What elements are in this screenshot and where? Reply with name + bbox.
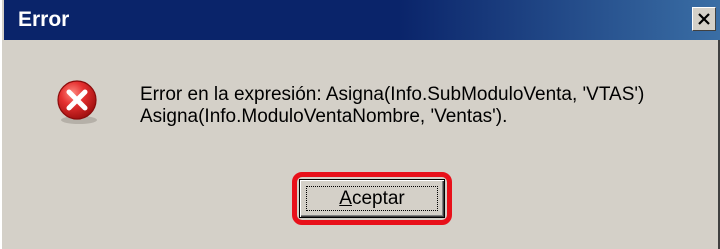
aceptar-button[interactable]: Aceptar	[299, 179, 445, 218]
accelerator-key: A	[339, 188, 352, 209]
close-button[interactable]	[692, 7, 716, 31]
error-message-line-1: Error en la expresión: Asigna(Info.SubMo…	[140, 84, 645, 105]
button-label-rest: ceptar	[351, 188, 405, 209]
title-bar[interactable]: Error	[4, 0, 720, 40]
error-message-line-2: Asigna(Info.ModuloVentaNombre, 'Ventas')…	[140, 106, 508, 127]
aceptar-button-label: Aceptar	[300, 188, 444, 210]
error-icon	[57, 80, 97, 124]
dialog-title: Error	[18, 8, 70, 31]
error-message: Error en la expresión: Asigna(Info.SubMo…	[140, 84, 644, 128]
close-icon	[698, 13, 710, 25]
error-dialog: Error Error en la expresión: Asigna(Info…	[0, 0, 720, 249]
